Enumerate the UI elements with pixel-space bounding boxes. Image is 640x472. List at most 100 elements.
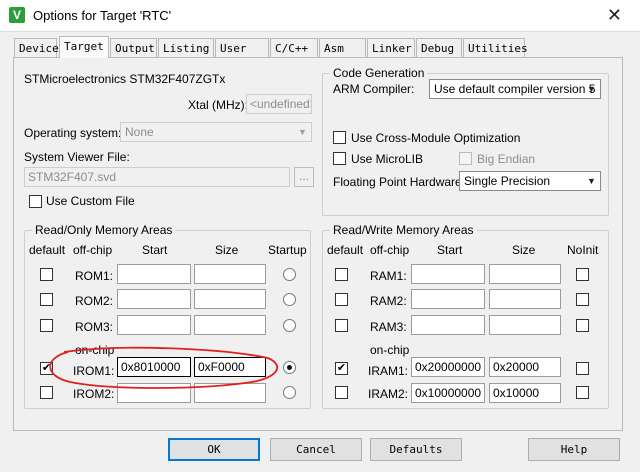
ram-header-size: Size xyxy=(512,243,536,257)
ram2-size-field[interactable] xyxy=(489,289,561,309)
os-select[interactable]: None ▼ xyxy=(120,122,312,142)
iram1-noinit-checkbox[interactable] xyxy=(576,362,589,375)
xtal-label: Xtal (MHz): xyxy=(188,98,248,112)
rom3-default-checkbox[interactable] xyxy=(40,319,53,332)
ram3-default-checkbox[interactable] xyxy=(335,319,348,332)
ram-header-start: Start xyxy=(437,243,463,257)
rom-onchip-label: on-chip xyxy=(75,343,115,357)
rom2-start-field[interactable] xyxy=(117,289,191,309)
iram2-default-checkbox[interactable] xyxy=(335,386,348,399)
tab-target[interactable]: Target xyxy=(59,36,109,58)
tab-user[interactable]: User xyxy=(215,38,269,58)
irom1-label: IROM1: xyxy=(73,364,115,378)
use-custom-file-checkbox[interactable] xyxy=(29,195,42,208)
iram2-start-field[interactable]: 0x10000000 xyxy=(411,383,485,403)
window-title: Options for Target 'RTC' xyxy=(33,8,172,23)
rom1-default-checkbox[interactable] xyxy=(40,268,53,281)
xtal-field[interactable]: <undefined> xyxy=(246,94,312,114)
irom2-startup-radio[interactable] xyxy=(283,386,296,399)
defaults-button[interactable]: Defaults xyxy=(370,438,462,461)
device-name: STMicroelectronics STM32F407ZGTx xyxy=(24,72,226,86)
chevron-down-icon: ▼ xyxy=(587,176,596,186)
tab-device[interactable]: Device xyxy=(14,38,59,58)
rom2-size-field[interactable] xyxy=(194,289,266,309)
iram1-default-checkbox[interactable]: ✔ xyxy=(335,362,348,375)
ram3-label: RAM3: xyxy=(370,320,407,334)
ram-header-default: default xyxy=(327,243,364,257)
irom2-default-checkbox[interactable] xyxy=(40,386,53,399)
rom1-size-field[interactable] xyxy=(194,264,266,284)
rom2-default-checkbox[interactable] xyxy=(40,293,53,306)
iram1-size-field[interactable]: 0x20000 xyxy=(489,357,561,377)
irom1-size-field[interactable]: 0xF0000 xyxy=(194,357,266,377)
big-endian-checkbox[interactable] xyxy=(459,152,472,165)
compiler-select[interactable]: Use default compiler version 5 ▼ xyxy=(429,79,601,99)
ram3-size-field[interactable] xyxy=(489,315,561,335)
rom3-size-field[interactable] xyxy=(194,315,266,335)
ram2-noinit-checkbox[interactable] xyxy=(576,293,589,306)
irom2-start-field[interactable] xyxy=(117,383,191,403)
ram3-start-field[interactable] xyxy=(411,315,485,335)
ram-areas-title: Read/Write Memory Areas xyxy=(330,223,477,237)
rom-header-startup: Startup xyxy=(268,243,307,257)
irom2-size-field[interactable] xyxy=(194,383,266,403)
ram1-size-field[interactable] xyxy=(489,264,561,284)
iram2-size-field[interactable]: 0x10000 xyxy=(489,383,561,403)
tab-listing[interactable]: Listing xyxy=(158,38,214,58)
tab-c-cpp[interactable]: C/C++ xyxy=(270,38,318,58)
rom-areas-title: Read/Only Memory Areas xyxy=(32,223,176,237)
browse-button[interactable]: ... xyxy=(294,167,314,187)
rom-header-offchip: off-chip xyxy=(73,243,113,257)
compiler-label: ARM Compiler: xyxy=(333,82,415,96)
ram1-default-checkbox[interactable] xyxy=(335,268,348,281)
iram2-noinit-checkbox[interactable] xyxy=(576,386,589,399)
cross-module-checkbox[interactable] xyxy=(333,131,346,144)
tab-utilities[interactable]: Utilities xyxy=(463,38,528,58)
tab-linker[interactable]: Linker xyxy=(367,38,415,58)
ram2-default-checkbox[interactable] xyxy=(335,293,348,306)
cancel-button[interactable]: Cancel xyxy=(270,438,362,461)
help-button[interactable]: Help xyxy=(528,438,620,461)
rom3-label: ROM3: xyxy=(75,320,114,334)
ram-header-noinit: NoInit xyxy=(567,243,599,257)
irom1-default-checkbox[interactable]: ✔ xyxy=(40,362,53,375)
ok-button[interactable]: OK xyxy=(168,438,260,461)
rom3-startup-radio[interactable] xyxy=(283,319,296,332)
ram3-noinit-checkbox[interactable] xyxy=(576,319,589,332)
irom1-start-field[interactable]: 0x8010000 xyxy=(117,357,191,377)
tab-asm[interactable]: Asm xyxy=(319,38,366,58)
chevron-down-icon: ▼ xyxy=(298,127,307,137)
rom3-start-field[interactable] xyxy=(117,315,191,335)
tab-output[interactable]: Output xyxy=(110,38,157,58)
iram2-label: IRAM2: xyxy=(368,387,409,401)
rom2-startup-radio[interactable] xyxy=(283,293,296,306)
tab-debug[interactable]: Debug xyxy=(416,38,462,58)
ram2-start-field[interactable] xyxy=(411,289,485,309)
rom1-label: ROM1: xyxy=(75,269,114,283)
compiler-select-value: Use default compiler version 5 xyxy=(434,82,596,96)
os-label: Operating system: xyxy=(24,126,122,140)
sv-file-field[interactable]: STM32F407.svd xyxy=(24,167,290,187)
irom2-label: IROM2: xyxy=(73,387,115,401)
ram1-start-field[interactable] xyxy=(411,264,485,284)
big-endian-label: Big Endian xyxy=(477,152,536,166)
check-icon: ✔ xyxy=(41,362,52,374)
iram1-label: IRAM1: xyxy=(368,364,409,378)
ram1-noinit-checkbox[interactable] xyxy=(576,268,589,281)
rom1-startup-radio[interactable] xyxy=(283,268,296,281)
use-custom-file-label: Use Custom File xyxy=(46,194,135,208)
cross-module-label: Use Cross-Module Optimization xyxy=(351,131,521,145)
check-icon: ✔ xyxy=(336,362,347,374)
sv-file-label: System Viewer File: xyxy=(24,150,130,164)
title-bar: V Options for Target 'RTC' ✕ xyxy=(0,0,640,32)
microlib-checkbox[interactable] xyxy=(333,152,346,165)
irom1-startup-radio[interactable] xyxy=(283,361,296,374)
fpu-label: Floating Point Hardware: xyxy=(333,175,466,189)
rom1-start-field[interactable] xyxy=(117,264,191,284)
rom-header-size: Size xyxy=(215,243,239,257)
fpu-select-value: Single Precision xyxy=(464,174,551,188)
ram1-label: RAM1: xyxy=(370,269,407,283)
fpu-select[interactable]: Single Precision ▼ xyxy=(459,171,601,191)
iram1-start-field[interactable]: 0x20000000 xyxy=(411,357,485,377)
close-icon[interactable]: ✕ xyxy=(607,5,622,26)
